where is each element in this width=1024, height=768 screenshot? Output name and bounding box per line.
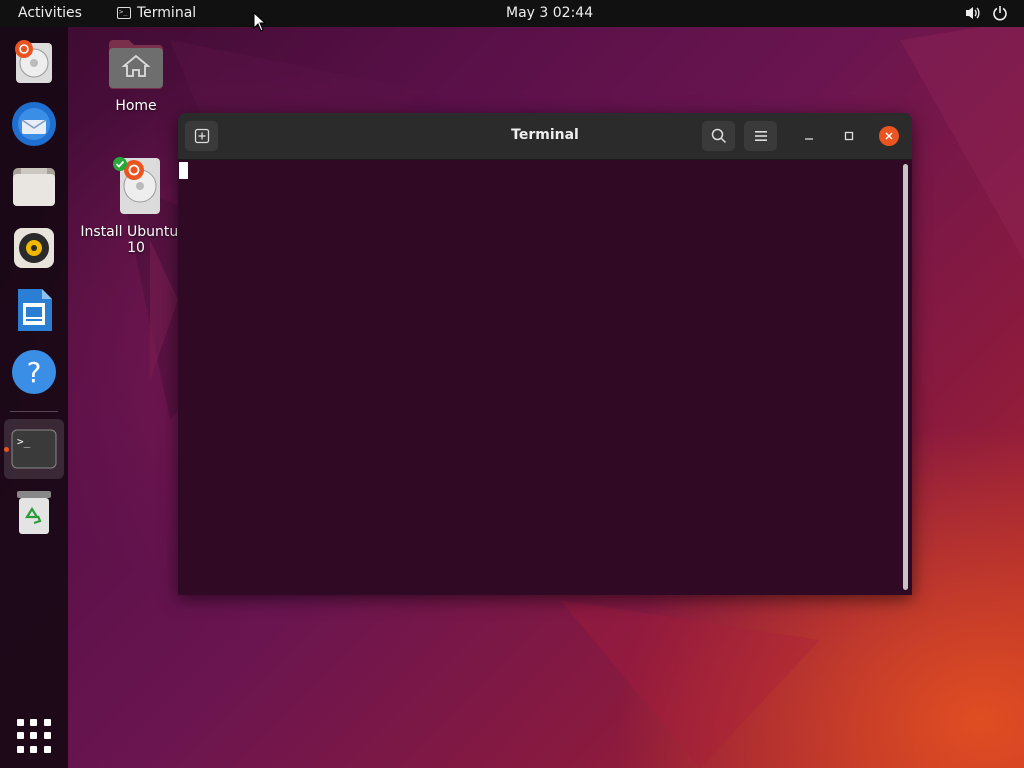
- menu-button[interactable]: [744, 121, 777, 151]
- scrollbar[interactable]: [903, 164, 908, 590]
- app-grid-icon: [17, 719, 24, 726]
- desktop-icon-label: Home: [115, 98, 157, 114]
- installer-disc-icon: [15, 40, 52, 83]
- dock-item-rhythmbox[interactable]: [8, 222, 60, 274]
- minimize-button[interactable]: [799, 126, 819, 146]
- terminal-icon: >_: [11, 429, 57, 469]
- top-bar: Activities >_ Terminal May 3 02:44: [0, 0, 1024, 27]
- volume-icon[interactable]: [964, 4, 980, 22]
- system-tray[interactable]: [964, 4, 1008, 22]
- clock[interactable]: May 3 02:44: [506, 5, 593, 21]
- thunderbird-icon: [12, 102, 56, 146]
- mouse-pointer-icon: [253, 12, 267, 32]
- dock-item-thunderbird[interactable]: [8, 98, 60, 150]
- svg-text:?: ?: [27, 356, 42, 389]
- writer-icon: [18, 289, 52, 331]
- files-icon: [13, 168, 55, 206]
- dock: ? >_: [0, 27, 68, 768]
- show-apps-button[interactable]: [17, 719, 51, 753]
- maximize-button[interactable]: [839, 126, 859, 146]
- dock-separator: [10, 411, 58, 412]
- maximize-icon: [844, 131, 854, 141]
- terminal-window[interactable]: Terminal: [178, 113, 912, 595]
- trash-icon: [17, 491, 51, 534]
- svg-text:>_: >_: [17, 435, 31, 448]
- menu-icon: [754, 131, 767, 141]
- close-icon: [885, 132, 893, 140]
- app-menu-label: Terminal: [137, 5, 197, 21]
- dock-item-writer[interactable]: [8, 284, 60, 336]
- home-folder-icon: [109, 40, 163, 89]
- close-button[interactable]: [879, 126, 899, 146]
- dock-item-trash[interactable]: [8, 486, 60, 538]
- search-button[interactable]: [702, 121, 735, 151]
- dock-item-help[interactable]: ?: [8, 346, 60, 398]
- desktop-icon-home[interactable]: Home: [100, 36, 172, 114]
- app-menu-button[interactable]: >_ Terminal: [117, 5, 196, 21]
- dock-item-files[interactable]: [8, 160, 60, 212]
- terminal-content[interactable]: [178, 160, 912, 595]
- activities-button[interactable]: Activities: [18, 5, 82, 21]
- dock-item-terminal[interactable]: >_: [4, 419, 64, 479]
- text-cursor: [179, 162, 188, 179]
- rhythmbox-icon: [14, 228, 54, 268]
- minimize-icon: [805, 138, 813, 140]
- terminal-icon: >_: [117, 7, 131, 19]
- terminal-headerbar[interactable]: Terminal: [178, 113, 912, 160]
- help-icon: ?: [12, 350, 56, 394]
- dock-item-installer[interactable]: [8, 36, 60, 88]
- running-indicator: [4, 447, 9, 452]
- power-icon[interactable]: [992, 4, 1008, 22]
- installer-disc-icon: [113, 157, 160, 214]
- search-icon: [711, 128, 726, 144]
